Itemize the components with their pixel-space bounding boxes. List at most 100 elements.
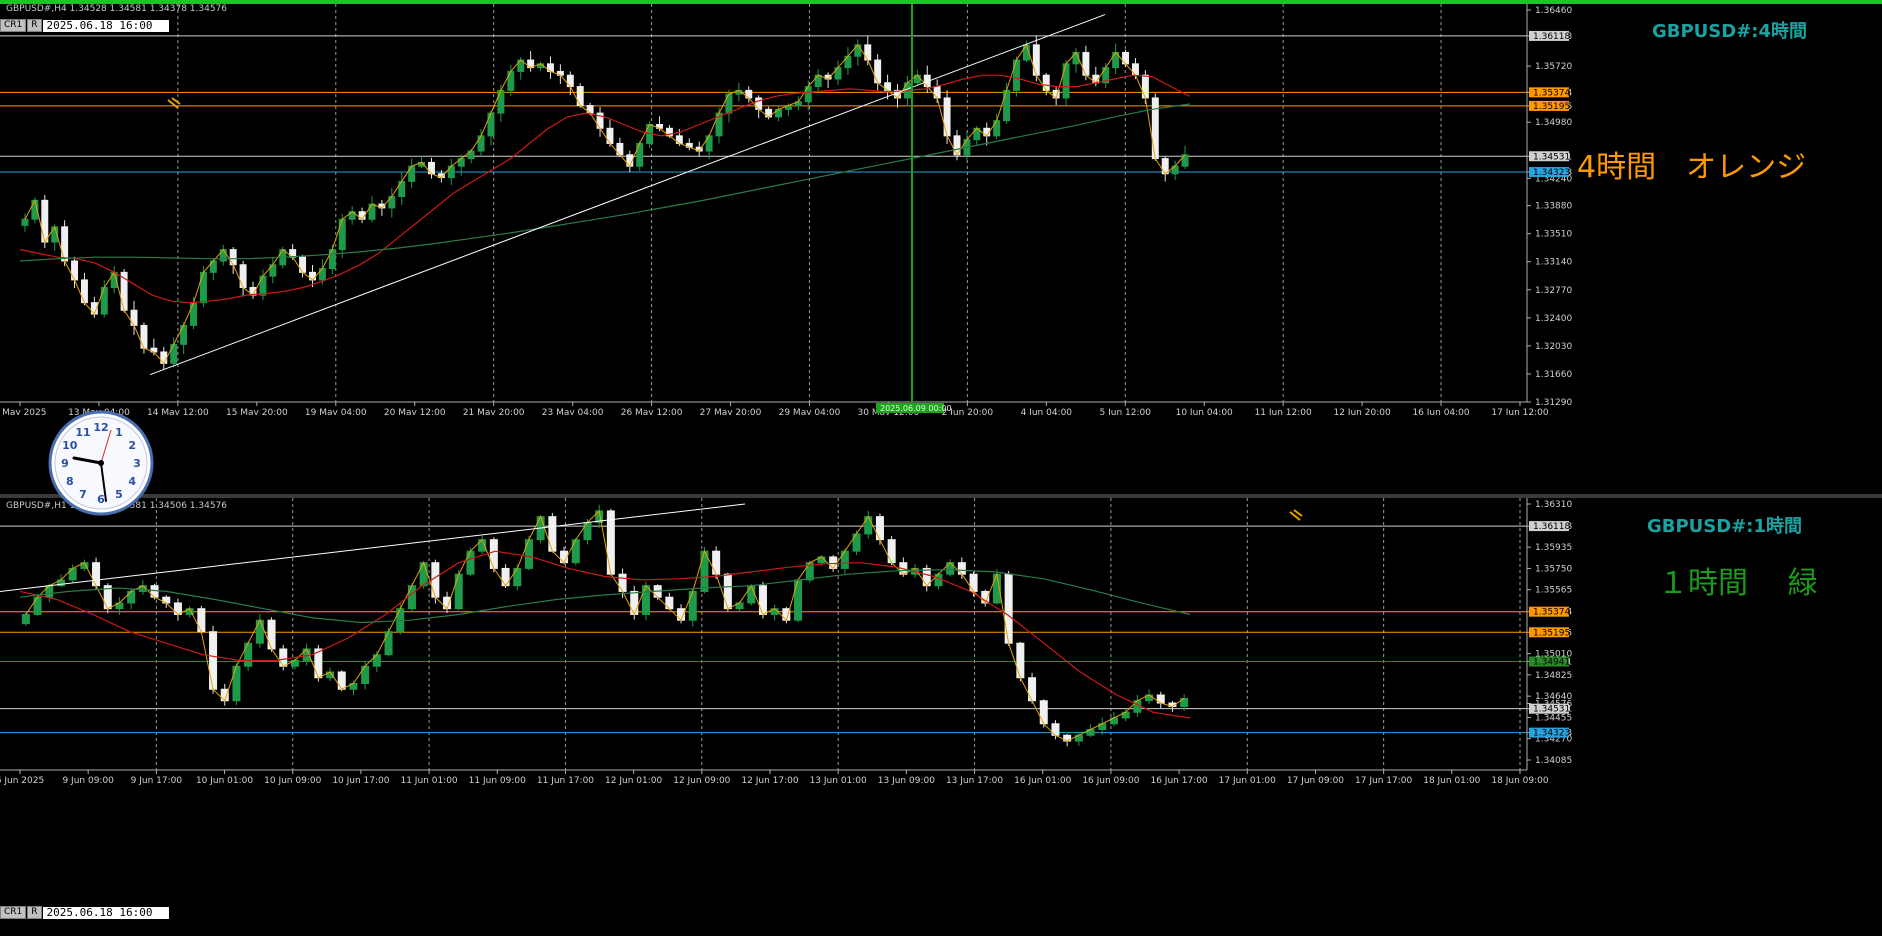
clock-widget[interactable]: 1234567891011 12 (48, 410, 154, 516)
h1-candle-body (33, 596, 42, 615)
h1-candle-body (618, 573, 627, 592)
h1-level-tag-label: 1.35374 (1533, 608, 1570, 618)
h1-candle-body (337, 671, 346, 690)
h1-x-tick-label: 6 Jun 2025 (0, 776, 44, 786)
h1-candle-body (244, 642, 253, 667)
h4-level-tag-label: 1.36118 (1533, 32, 1570, 42)
h1-datetime-field[interactable]: 2025.06.18 16:00 (42, 906, 169, 919)
h4-candle-body (71, 260, 79, 281)
h4-chart-svg[interactable]: 1.36460 1.36118 1.35720 1.35374 1.35195 1.349… (0, 4, 1882, 415)
h4-candle-body (239, 264, 247, 289)
h4-candle-body (874, 59, 882, 84)
h4-candle-body (328, 249, 336, 270)
h4-candle-body (100, 287, 108, 315)
h4-x-tick-label: 7 May 2025 (0, 408, 46, 415)
h4-y-tick-label: 1.32400 (1535, 314, 1572, 324)
h1-x-tick-label: 16 Jun 17:00 (1150, 776, 1207, 786)
h1-ma-line (19, 550, 1191, 719)
h4-chart-pane[interactable]: 1.36460 1.36118 1.35720 1.35374 1.35195 1.349… (0, 4, 1882, 415)
h1-candle-body (267, 619, 276, 650)
h1-candle-body (887, 539, 896, 564)
h1-r-button[interactable]: R (27, 906, 42, 919)
h4-x-tick-label: 21 May 20:00 (463, 408, 525, 415)
h4-symbol-info: GBPUSD#,H4 1.34528 1.34581 1.34378 1.345… (6, 4, 228, 14)
h1-candle-body (864, 516, 873, 535)
h1-level-tag-label: 1.36118 (1533, 522, 1570, 532)
h4-candle-body (1062, 63, 1070, 99)
h1-y-tick-label: 1.34085 (1535, 756, 1572, 766)
h4-y-tick-label: 1.31290 (1535, 398, 1572, 408)
h4-annotation-text: 4時間 オレンジ (1577, 150, 1807, 185)
h4-candle-body (170, 343, 178, 364)
h4-candle-body (338, 218, 346, 251)
h4-candle-body (41, 199, 49, 243)
h1-x-tick-label: 10 Jun 09:00 (264, 776, 321, 786)
h1-candle-body (489, 539, 498, 569)
h4-candle-body (180, 324, 188, 345)
h4-candle-body (477, 135, 485, 152)
h1-candle-body (630, 590, 639, 615)
h4-candle-body (1032, 44, 1040, 76)
pane-divider[interactable] (0, 494, 1882, 498)
h4-y-tick-label: 1.34980 (1535, 118, 1572, 128)
h4-candle-body (140, 324, 148, 349)
h1-x-tick-label: 11 Jun 01:00 (400, 776, 457, 786)
h1-candle-body (852, 533, 861, 552)
h1-datetime-bar[interactable]: CR1 R 2025.06.18 16:00 (0, 906, 169, 919)
h4-x-tick-label: 19 May 04:00 (305, 408, 367, 415)
h4-trendline (149, 14, 1106, 376)
h1-candle-body (513, 567, 522, 587)
h1-candle-body (1028, 677, 1037, 702)
clock-number: 8 (66, 475, 74, 488)
h1-level-tag-label: 1.35195 (1533, 628, 1570, 638)
h4-x-tick-label: 11 Jun 12:00 (1255, 408, 1312, 415)
h1-x-tick-label: 12 Jun 01:00 (605, 776, 662, 786)
h4-candle-body (943, 97, 951, 137)
h1-x-tick-label: 16 Jun 09:00 (1082, 776, 1139, 786)
h4-vertical-line-tag-label: 2025.06.09 00:00 (880, 404, 951, 413)
h4-candle-body (299, 256, 307, 273)
h1-candle-body (255, 619, 264, 644)
h1-chart-svg[interactable]: 1.36310 1.36118 1.35935 1.35750 1.35565 1.353… (0, 498, 1882, 936)
h4-y-tick-label: 1.31660 (1535, 370, 1572, 380)
h1-ma-line (19, 568, 1191, 624)
h4-candle-body (1082, 51, 1090, 76)
h4-ma-line (19, 74, 1191, 304)
h1-level-tag-label: 1.34531 (1533, 705, 1570, 715)
h4-candle-body (507, 70, 515, 91)
h1-candle-body (419, 562, 428, 587)
clock-number: 11 (75, 426, 90, 439)
h4-level-tag-label: 1.34323 (1533, 168, 1570, 178)
h4-candle-body (61, 226, 69, 262)
h1-x-tick-label: 18 Jun 09:00 (1491, 776, 1548, 786)
h4-cr1-button[interactable]: CR1 (0, 19, 27, 32)
h4-datetime-field[interactable]: 2025.06.18 16:00 (42, 19, 169, 32)
h1-candle-body (501, 567, 510, 587)
h4-candle-body (1151, 97, 1159, 160)
h1-x-tick-label: 18 Jun 01:00 (1423, 776, 1480, 786)
h1-candle-body (384, 631, 393, 656)
h1-x-tick-label: 9 Jun 09:00 (62, 776, 114, 786)
h1-x-tick-label: 13 Jun 17:00 (946, 776, 1003, 786)
h4-candle-body (993, 120, 1001, 137)
h4-candle-body (705, 135, 713, 152)
h1-candle-body (794, 579, 803, 621)
h1-chart-pane[interactable]: 1.36310 1.36118 1.35935 1.35750 1.35565 1.353… (0, 498, 1882, 936)
h4-candle-body (1003, 89, 1011, 122)
clock-number: 4 (128, 475, 136, 488)
h1-trendline (0, 503, 746, 592)
h4-x-tick-label: 27 May 20:00 (700, 408, 762, 415)
h1-candle-body (723, 573, 732, 610)
h1-candle-body (454, 573, 463, 610)
h1-candle-body (1004, 573, 1013, 644)
h4-candle-body (408, 165, 416, 182)
h4-candle-body (190, 302, 197, 326)
h4-x-tick-label: 14 May 12:00 (147, 408, 209, 415)
h4-x-tick-label: 23 May 04:00 (542, 408, 604, 415)
h4-datetime-bar[interactable]: CR1 R 2025.06.18 16:00 (0, 19, 169, 32)
h4-candle-body (1141, 74, 1149, 99)
h1-cr1-button[interactable]: CR1 (0, 906, 27, 919)
h1-x-tick-label: 12 Jun 17:00 (741, 776, 798, 786)
h1-x-tick-label: 9 Jun 17:00 (131, 776, 183, 786)
h4-r-button[interactable]: R (27, 19, 42, 32)
